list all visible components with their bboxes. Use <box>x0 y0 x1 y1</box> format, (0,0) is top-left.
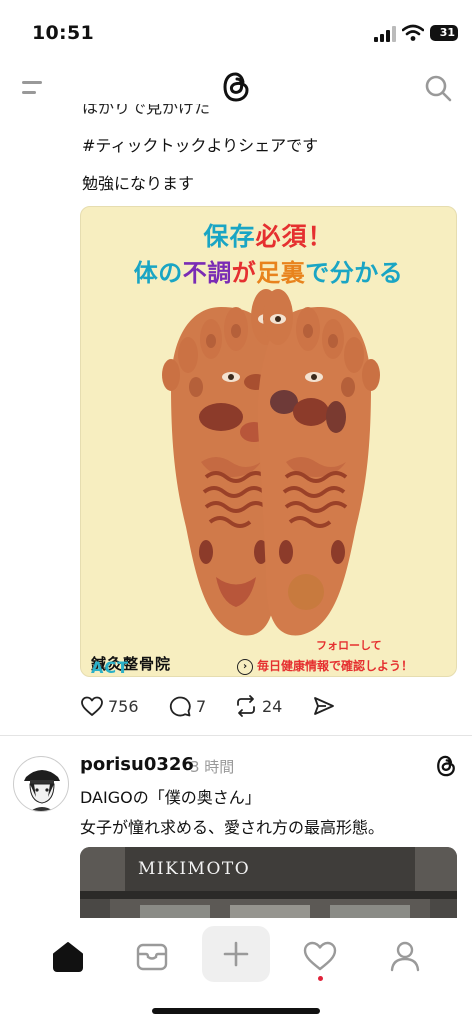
avatar[interactable] <box>13 756 69 812</box>
search-icon[interactable] <box>424 74 452 102</box>
threads-logo-icon[interactable] <box>220 70 252 104</box>
heart-icon <box>81 696 103 716</box>
home-icon[interactable] <box>48 936 88 976</box>
like-button[interactable]: 756 <box>80 692 139 720</box>
post-username[interactable]: porisu0326 <box>80 754 194 775</box>
wifi-icon <box>402 24 424 41</box>
clinic-name: 鍼灸整骨院 ACT <box>91 655 172 677</box>
cellular-signal-icon <box>374 26 396 42</box>
post-image-foot-chart[interactable]: 保存必須！ 体の不調が足裏で分かる 鍼灸整骨院 ACT フォローして › 毎日健… <box>80 206 457 677</box>
post-body-line1: DAIGOの「僕の奥さん」 <box>80 788 261 807</box>
user-avatar-illustration <box>24 770 60 811</box>
follow-prompt: フォローして <box>316 639 382 652</box>
image-title-line1: 保存必須！ <box>203 222 334 251</box>
daily-health-prompt: › 毎日健康情報で確認しよう！ <box>237 657 413 675</box>
post-actions: 756 7 24 <box>80 692 380 720</box>
post-timestamp: 3 時間 <box>190 758 235 776</box>
reply-button[interactable]: 7 <box>168 692 206 720</box>
clock: 10:51 <box>32 22 94 44</box>
foot-reflexology-illustration <box>162 289 380 636</box>
battery-icon: 31 <box>430 25 458 41</box>
notification-dot <box>318 976 323 981</box>
bottom-tab-bar <box>0 918 472 1024</box>
repost-button[interactable]: 24 <box>234 692 282 720</box>
plus-icon <box>223 941 249 967</box>
right-foot <box>257 289 380 636</box>
reply-count: 7 <box>196 696 207 716</box>
messages-icon[interactable] <box>132 936 172 976</box>
post-body-line2: 女子が憧れ求める、愛され方の最高形態。 <box>80 818 385 837</box>
home-indicator <box>152 1008 320 1014</box>
repost-count: 24 <box>262 696 283 716</box>
threads-badge-icon[interactable] <box>434 754 458 778</box>
battery-level: 31 <box>439 26 455 39</box>
activity-heart-icon[interactable] <box>300 936 340 976</box>
profile-icon[interactable] <box>385 936 425 976</box>
post-body-text: 勉強になります <box>82 174 195 193</box>
top-navigation <box>0 62 472 112</box>
post-divider <box>0 735 472 736</box>
share-button[interactable] <box>312 692 336 720</box>
menu-icon[interactable] <box>22 78 44 96</box>
compose-button[interactable] <box>202 926 270 982</box>
status-bar: 10:51 31 <box>0 0 472 62</box>
send-icon <box>314 697 334 715</box>
post-text-partial: はかりで見かけた <box>82 104 211 117</box>
like-count: 756 <box>108 696 139 716</box>
store-sign-text: MIKIMOTO <box>138 859 251 879</box>
repost-icon <box>237 695 255 717</box>
arrow-circle-icon: › <box>237 658 253 675</box>
comment-icon <box>169 696 191 717</box>
post-hashtag-text[interactable]: #ティックトックよりシェアです <box>82 132 318 156</box>
